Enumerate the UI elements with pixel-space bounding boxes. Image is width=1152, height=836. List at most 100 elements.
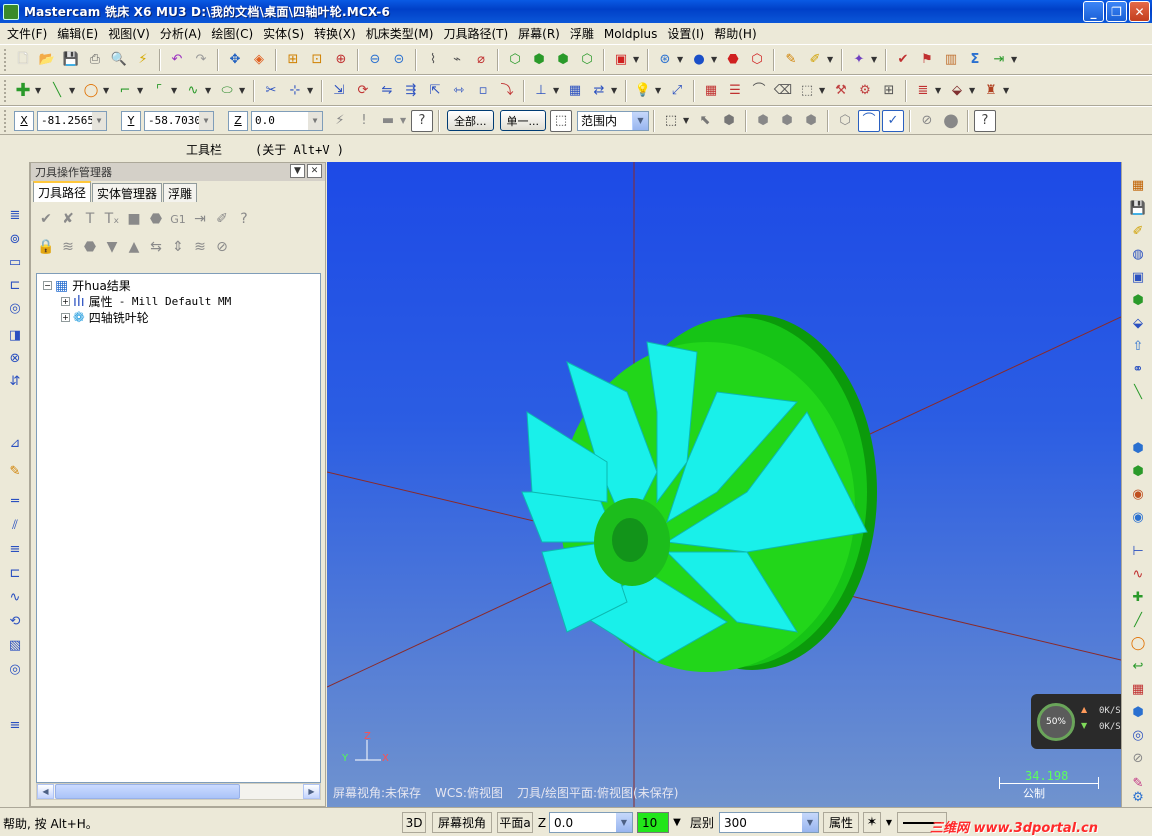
gray-circle-icon[interactable]: ● [940, 110, 962, 132]
restore-button[interactable]: ❐ [1106, 1, 1127, 22]
graphics-viewport[interactable]: Z X Y 50% ▲ 0K/S ▼ 0K/S 34.198 公制 屏幕视角:未… [327, 162, 1121, 807]
toolbar-grip[interactable] [4, 48, 7, 71]
chevron-down-icon[interactable]: ▼ [935, 86, 943, 95]
gray-cube-icon[interactable]: ⬢ [718, 110, 740, 132]
scroll-right-arrow-icon[interactable]: ▶ [303, 784, 320, 799]
menu-screen[interactable]: 屏幕(R) [513, 25, 565, 42]
cursor-icon[interactable]: ⬉ [694, 110, 716, 132]
backplot-icon[interactable]: ■ [123, 208, 145, 230]
loop-icon[interactable]: ⟲ [4, 610, 26, 632]
eraser-icon[interactable]: ⌫ [772, 80, 794, 102]
red-grid-icon[interactable]: ▦ [1127, 678, 1149, 700]
sigma-icon[interactable]: Σ [964, 49, 986, 71]
gray-shape-2-icon[interactable]: ⬢ [776, 110, 798, 132]
bulb-icon[interactable]: 💡 [632, 80, 654, 102]
circle-tool-icon[interactable]: ◯ [1127, 632, 1149, 654]
toolpath-face-icon[interactable]: ⊏ [4, 274, 26, 296]
chevron-down-icon[interactable]: ▼ [819, 86, 827, 95]
circle-icon[interactable]: ◯ [80, 80, 102, 102]
xform-offset-icon[interactable]: ⇶ [400, 80, 422, 102]
quick-point-icon[interactable]: ⚡ [329, 110, 351, 132]
z-coord-field[interactable]: 0.0 ▼ [251, 110, 323, 131]
break-icon[interactable]: ⊹ [284, 80, 306, 102]
edit-pencil-icon[interactable]: ✎ [4, 460, 26, 482]
green-cube-icon[interactable]: ⬢ [1127, 289, 1149, 311]
toolpath-surface-icon[interactable]: ◨ [4, 324, 26, 346]
chevron-down-icon[interactable]: ▼ [633, 55, 641, 64]
toolpath-multiaxis-icon[interactable]: ⊗ [4, 347, 26, 369]
upload-icon[interactable]: ⇧ [1127, 335, 1149, 357]
print-icon[interactable]: ⎙ [84, 49, 106, 71]
y-coord-field[interactable]: -58.7030 ▼ [144, 110, 214, 131]
chevron-down-icon[interactable]: ▼ [871, 55, 879, 64]
scroll-thumb[interactable] [55, 784, 240, 799]
new-file-icon[interactable]: 🗋 [12, 49, 34, 71]
verify-select-icon[interactable]: ✓ [882, 109, 904, 132]
chevron-down-icon[interactable]: ▼ [307, 86, 315, 95]
panel-dropdown-button[interactable]: ▼ [290, 164, 305, 178]
xform-scale-icon[interactable]: ⇱ [424, 80, 446, 102]
open-file-icon[interactable]: 📂 [36, 49, 58, 71]
cube-hidden-icon[interactable]: ⬢ [528, 49, 550, 71]
chevron-down-icon[interactable]: ▼ [308, 111, 322, 130]
post-ops-icon[interactable]: ⇥ [189, 208, 211, 230]
select-all-ops-icon[interactable]: ✔ [35, 208, 57, 230]
tab-solids-manager[interactable]: 实体管理器 [92, 183, 163, 202]
disabled-box-icon[interactable]: ▬ [377, 110, 399, 132]
3d-toggle-button[interactable]: 3D [402, 812, 426, 833]
sphere-icon[interactable]: ● [688, 49, 710, 71]
solid-shape-icon[interactable]: ⬣ [722, 49, 744, 71]
chevron-down-icon[interactable]: ▼ [1003, 86, 1011, 95]
layer-label[interactable]: 层别 [686, 812, 718, 833]
chevron-down-icon[interactable]: ▼ [711, 55, 719, 64]
xform-array-icon[interactable]: ▫ [472, 80, 494, 102]
x-coord-field[interactable]: -81.2565 ▼ [37, 110, 107, 131]
point-style-dropdown-icon[interactable]: ▼ [883, 812, 895, 833]
chevron-down-icon[interactable]: ▼ [632, 111, 648, 130]
menu-toolpaths[interactable]: 刀具路径(T) [438, 25, 513, 42]
tab-relief[interactable]: 浮雕 [163, 183, 198, 202]
chevron-down-icon[interactable]: ▼ [103, 86, 111, 95]
grid-icon[interactable]: ▦ [564, 80, 586, 102]
toolpath-pocket-icon[interactable]: ▭ [4, 251, 26, 273]
chevron-down-icon[interactable]: ▼ [1011, 55, 1019, 64]
exclamation-icon[interactable]: ! [353, 110, 375, 132]
chevron-down-icon[interactable]: ▼ [611, 86, 619, 95]
chamfer-icon[interactable]: ⌜ [148, 80, 170, 102]
tool-link-icon[interactable]: ⚭ [1127, 358, 1149, 380]
settings-gear-icon[interactable]: ⚙ [1127, 786, 1149, 808]
sphere-tool-icon[interactable]: ◎ [1127, 724, 1149, 746]
arrows-icon[interactable]: ⇄ [588, 80, 610, 102]
marker-icon[interactable]: ✐ [1127, 220, 1149, 242]
view-cube-icon[interactable]: ▣ [610, 49, 632, 71]
pencil-icon[interactable]: ✎ [780, 49, 802, 71]
close-button[interactable]: ✕ [1129, 1, 1150, 22]
tree-root[interactable]: − ▦ 开hua结果 [43, 277, 131, 294]
unzoom-icon[interactable]: ⊖ [364, 49, 386, 71]
line-tool-icon[interactable]: ╲ [1127, 381, 1149, 403]
wand-icon[interactable]: ✦ [848, 49, 870, 71]
insert-arrow-icon[interactable]: ⇆ [145, 236, 167, 258]
move-down-icon[interactable]: ▼ [101, 236, 123, 258]
selection-mode-icon[interactable]: ⬚ [550, 109, 572, 132]
menu-machine-type[interactable]: 机床类型(M) [361, 25, 439, 42]
menu-analyze[interactable]: 分析(A) [155, 25, 207, 42]
chevron-down-icon[interactable]: ▼ [205, 86, 213, 95]
chain-icon[interactable]: ⌒ [858, 109, 880, 132]
chart-icon[interactable]: ▥ [940, 49, 962, 71]
point-style-icon[interactable]: ✶ [863, 812, 881, 833]
line-icon[interactable]: ╲ [46, 80, 68, 102]
list-icon[interactable]: ☰ [724, 80, 746, 102]
zoom-target-icon[interactable]: ⊡ [306, 49, 328, 71]
menu-relief[interactable]: 浮雕 [565, 25, 599, 42]
trim-icon[interactable]: ✂ [260, 80, 282, 102]
chevron-down-icon[interactable]: ▼ [802, 813, 818, 832]
expand-icon[interactable]: + [61, 313, 70, 322]
edit-list-icon[interactable]: ≡ [4, 714, 26, 736]
menu-edit[interactable]: 编辑(E) [52, 25, 103, 42]
cube-wire-icon[interactable]: ⬡ [504, 49, 526, 71]
cube-shaded-icon[interactable]: ⬢ [552, 49, 574, 71]
globe-icon[interactable]: ◍ [1127, 243, 1149, 265]
cube-tool-icon[interactable]: ⬢ [1127, 701, 1149, 723]
only-display-icon[interactable]: ≋ [189, 236, 211, 258]
